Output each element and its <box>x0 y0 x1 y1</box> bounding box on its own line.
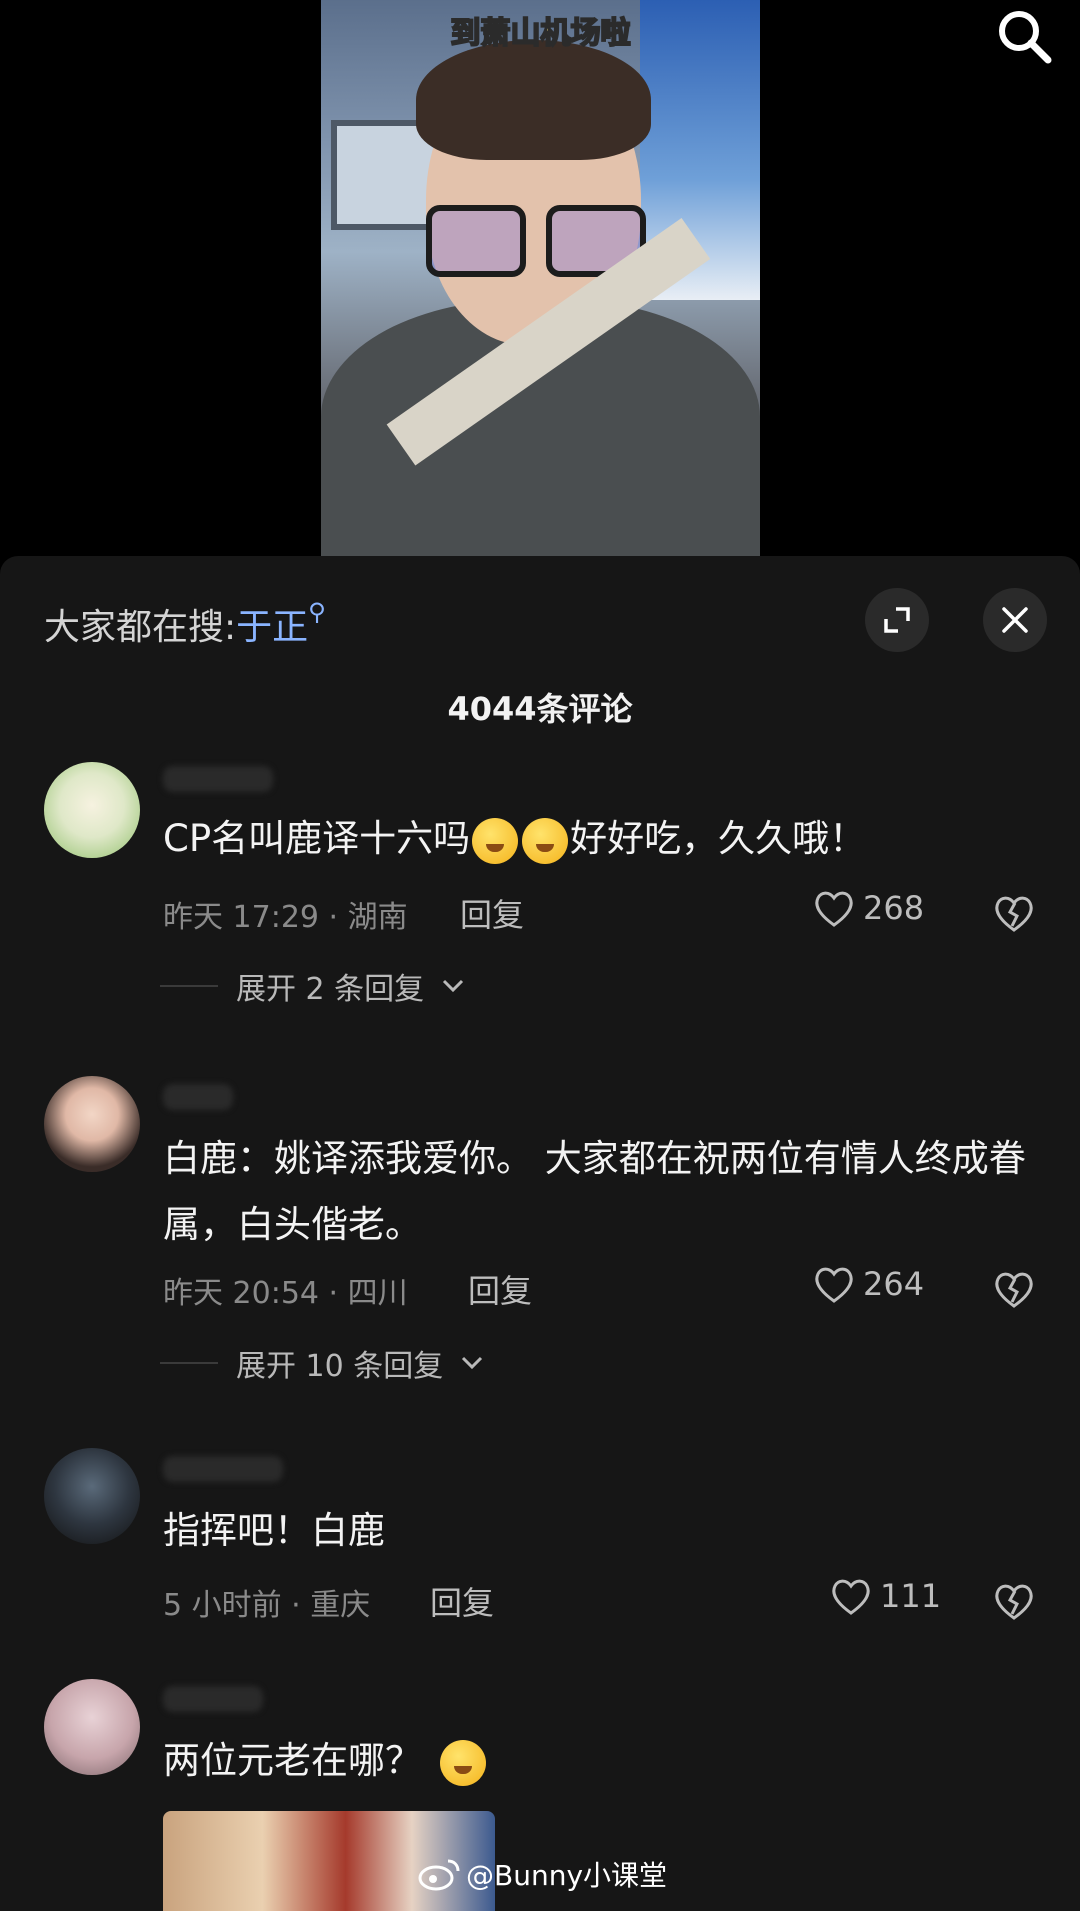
divider-line <box>160 1362 218 1364</box>
video-frame: 到萧山机场啦 <box>321 0 760 560</box>
trending-search-prefix: 大家都在搜: <box>44 607 237 648</box>
username-blurred[interactable] <box>163 766 273 792</box>
avatar[interactable] <box>44 1679 140 1775</box>
video-player[interactable]: 到萧山机场啦 <box>0 0 1080 560</box>
weibo-logo-icon <box>418 1859 460 1891</box>
comment-meta: 昨天 17:29 · 湖南 <box>163 900 408 935</box>
comment-count: 4044条评论 <box>447 690 633 728</box>
like-count: 268 <box>863 889 925 927</box>
avatar[interactable] <box>44 1448 140 1544</box>
emoji-icon <box>522 817 569 864</box>
dislike-icon[interactable] <box>992 892 1036 934</box>
dislike-icon[interactable] <box>992 1268 1036 1310</box>
keyword-search-icon: ⚲ <box>308 598 326 626</box>
divider-line <box>160 985 218 987</box>
search-icon[interactable] <box>994 6 1054 66</box>
chevron-down-icon <box>443 979 464 993</box>
expand-replies-button[interactable]: 展开 10 条回复 <box>160 1341 483 1385</box>
trending-search[interactable]: 大家都在搜:于正⚲ <box>44 598 326 650</box>
comment-text: 指挥吧！白鹿 <box>163 1509 385 1552</box>
username-blurred[interactable] <box>163 1686 263 1712</box>
reply-button[interactable]: 回复 <box>468 1266 532 1312</box>
like-count: 111 <box>880 1577 942 1615</box>
like-count: 264 <box>863 1265 925 1303</box>
reply-button[interactable]: 回复 <box>460 890 524 936</box>
reply-button[interactable]: 回复 <box>430 1578 494 1624</box>
watermark: @Bunny小课堂 <box>418 1854 667 1894</box>
avatar[interactable] <box>44 1076 140 1172</box>
comment-meta: 5 小时前 · 重庆 <box>163 1588 371 1623</box>
close-button[interactable] <box>983 588 1047 652</box>
chevron-down-icon <box>462 1356 483 1370</box>
video-caption: 到萧山机场啦 <box>450 15 632 52</box>
avatar[interactable] <box>44 762 140 858</box>
comment-text: CP名叫鹿译十六吗 好好吃，久久哦！ <box>163 806 1040 872</box>
heart-icon <box>832 1579 870 1615</box>
comment-text: 白鹿：姚译添我爱你。 大家都在祝两位有情人终成眷属，白头偕老。 <box>163 1137 1026 1246</box>
expand-button[interactable] <box>865 588 929 652</box>
trending-search-keyword[interactable]: 于正 <box>236 607 308 648</box>
emoji-icon <box>440 1739 486 1786</box>
dislike-icon[interactable] <box>992 1580 1036 1622</box>
heart-icon <box>815 1267 853 1303</box>
comment-text: 两位元老在哪？ <box>163 1728 1040 1794</box>
expand-replies-button[interactable]: 展开 2 条回复 <box>160 964 464 1008</box>
like-button[interactable]: 268 <box>813 888 924 928</box>
like-button[interactable]: 264 <box>813 1264 924 1304</box>
expand-icon <box>884 607 910 633</box>
comment-meta: 昨天 20:54 · 四川 <box>163 1276 408 1311</box>
username-blurred[interactable] <box>163 1084 233 1110</box>
heart-icon <box>815 891 853 927</box>
comment-sheet: 大家都在搜:于正⚲ 4044条评论 CP名叫鹿译十六吗 好好吃，久久哦！ 昨天 1… <box>0 556 1080 1911</box>
emoji-icon <box>472 817 519 864</box>
like-button[interactable]: 111 <box>830 1576 941 1616</box>
close-icon <box>1002 607 1028 633</box>
username-blurred[interactable] <box>163 1456 283 1482</box>
